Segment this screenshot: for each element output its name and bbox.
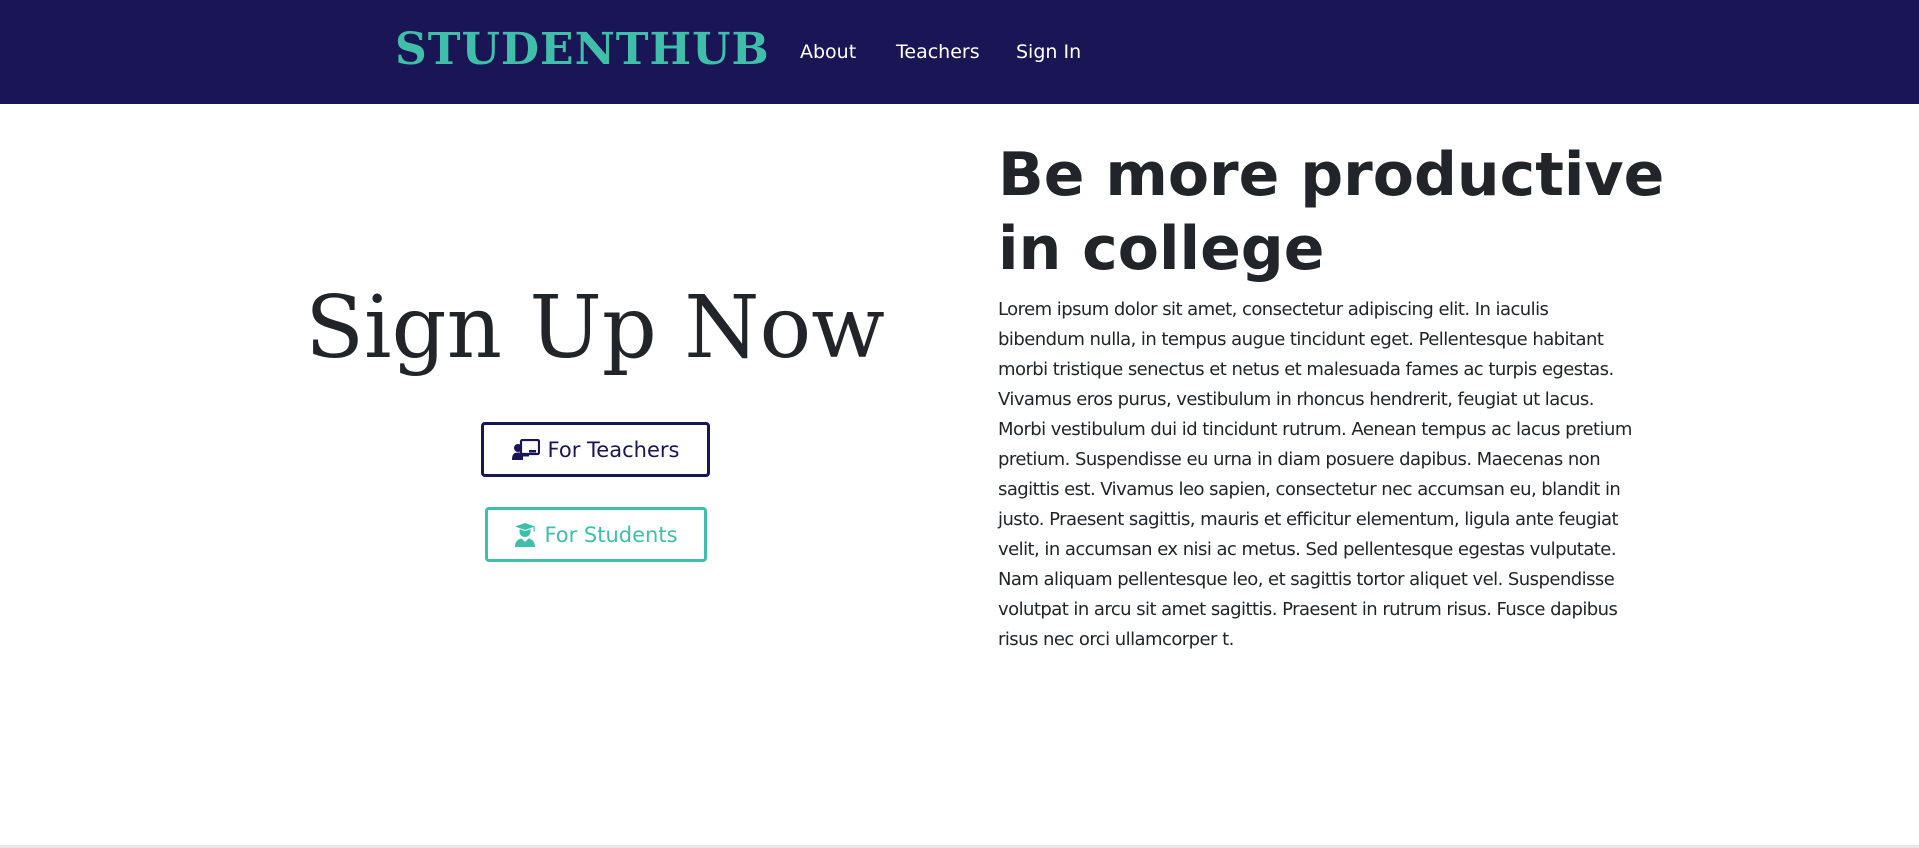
nav-link-teachers[interactable]: Teachers [896,38,980,66]
nav-link-sign-in[interactable]: Sign In [1016,38,1081,66]
for-teachers-label: For Teachers [547,437,680,462]
hero-title: Be more productive in college [998,138,1698,286]
signup-title: Sign Up Now [305,278,885,378]
for-students-label: For Students [544,522,678,547]
hero-title-line-2: in college [998,214,1325,284]
hero-title-line-1: Be more productive [998,140,1665,210]
nav-link-about[interactable]: About [800,38,856,66]
for-students-button[interactable]: For Students [485,507,707,562]
navbar: STUDENTHUB About Teachers Sign In [0,0,1919,104]
user-graduate-icon [514,522,536,547]
for-teachers-button[interactable]: For Teachers [481,422,710,477]
brand-logo[interactable]: STUDENTHUB [395,22,770,78]
chalkboard-teacher-icon [511,438,540,461]
hero-description: Lorem ipsum dolor sit amet, consectetur … [998,299,1632,650]
